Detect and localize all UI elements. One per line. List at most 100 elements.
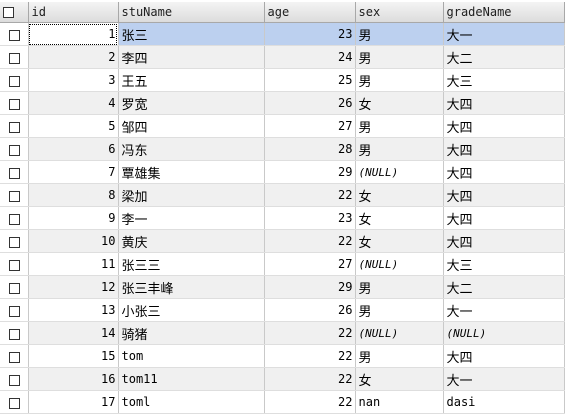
row-select-cell[interactable] bbox=[0, 183, 29, 207]
cell-gradeName[interactable]: 大四 bbox=[443, 160, 565, 184]
table-row[interactable]: 6 冯东 28 男大四 bbox=[0, 137, 565, 161]
row-select-cell[interactable] bbox=[0, 344, 29, 368]
column-header-age[interactable]: age bbox=[264, 2, 356, 23]
row-checkbox[interactable] bbox=[8, 351, 20, 363]
cell-sex[interactable]: 男 bbox=[355, 298, 444, 322]
cell-age[interactable]: 23 bbox=[264, 206, 356, 230]
cell-sex[interactable]: 男 bbox=[355, 275, 444, 299]
row-select-cell[interactable] bbox=[0, 45, 29, 69]
cell-age[interactable]: 26 bbox=[264, 91, 356, 115]
cell-id[interactable]: 2 bbox=[28, 45, 119, 69]
cell-age[interactable]: 25 bbox=[264, 68, 356, 92]
cell-stuName[interactable]: 张三三 bbox=[118, 252, 265, 276]
table-row[interactable]: 11 张三三 27 (NULL) 大三 bbox=[0, 252, 565, 276]
cell-age[interactable]: 22 bbox=[264, 390, 356, 414]
cell-age[interactable]: 22 bbox=[264, 367, 356, 391]
cell-stuName[interactable]: tom bbox=[118, 344, 265, 368]
row-checkbox[interactable] bbox=[8, 190, 20, 202]
cell-age[interactable]: 22 bbox=[264, 183, 356, 207]
table-row[interactable]: 2 李四 24 男大二 bbox=[0, 45, 565, 69]
cell-id[interactable]: 8 bbox=[28, 183, 119, 207]
row-checkbox[interactable] bbox=[8, 374, 20, 386]
row-checkbox[interactable] bbox=[8, 397, 20, 409]
cell-stuName[interactable]: 小张三 bbox=[118, 298, 265, 322]
row-select-cell[interactable] bbox=[0, 390, 29, 414]
row-checkbox[interactable] bbox=[8, 98, 20, 110]
table-row[interactable]: 16 tom11 22 女大一 bbox=[0, 367, 565, 391]
row-select-cell[interactable] bbox=[0, 160, 29, 184]
cell-stuName[interactable]: 王五 bbox=[118, 68, 265, 92]
table-row[interactable]: 3 王五 25 男大三 bbox=[0, 68, 565, 92]
cell-id[interactable]: 3 bbox=[28, 68, 119, 92]
table-row[interactable]: 14 骑猪 22 (NULL) (NULL) bbox=[0, 321, 565, 345]
cell-gradeName[interactable]: (NULL) bbox=[443, 321, 565, 345]
table-row[interactable]: 1 张三 23 男大一 bbox=[0, 22, 565, 46]
cell-id[interactable]: 13 bbox=[28, 298, 119, 322]
cell-stuName[interactable]: 李一 bbox=[118, 206, 265, 230]
row-select-cell[interactable] bbox=[0, 206, 29, 230]
table-row[interactable]: 13 小张三 26 男大一 bbox=[0, 298, 565, 322]
cell-gradeName[interactable]: 大四 bbox=[443, 137, 565, 161]
row-select-cell[interactable] bbox=[0, 22, 29, 46]
row-select-cell[interactable] bbox=[0, 114, 29, 138]
cell-stuName[interactable]: 黄庆 bbox=[118, 229, 265, 253]
row-checkbox[interactable] bbox=[8, 213, 20, 225]
row-checkbox[interactable] bbox=[8, 29, 20, 41]
cell-sex[interactable]: 男 bbox=[355, 45, 444, 69]
cell-age[interactable]: 22 bbox=[264, 229, 356, 253]
row-select-cell[interactable] bbox=[0, 275, 29, 299]
cell-stuName[interactable]: 罗宽 bbox=[118, 91, 265, 115]
cell-stuName[interactable]: 覃雄集 bbox=[118, 160, 265, 184]
table-row[interactable]: 8 梁加 22 女大四 bbox=[0, 183, 565, 207]
cell-gradeName[interactable]: 大一 bbox=[443, 367, 565, 391]
cell-id[interactable]: 15 bbox=[28, 344, 119, 368]
cell-gradeName[interactable]: 大四 bbox=[443, 91, 565, 115]
cell-age[interactable]: 29 bbox=[264, 275, 356, 299]
cell-stuName[interactable]: 张三 bbox=[118, 22, 265, 46]
cell-id[interactable]: 1 bbox=[28, 22, 119, 46]
table-row[interactable]: 15 tom 22 男大四 bbox=[0, 344, 565, 368]
row-checkbox[interactable] bbox=[8, 328, 20, 340]
cell-stuName[interactable]: 李四 bbox=[118, 45, 265, 69]
cell-gradeName[interactable]: 大四 bbox=[443, 183, 565, 207]
table-row[interactable]: 10 黄庆 22 女大四 bbox=[0, 229, 565, 253]
cell-age[interactable]: 22 bbox=[264, 321, 356, 345]
cell-sex[interactable]: 女 bbox=[355, 229, 444, 253]
cell-gradeName[interactable]: 大四 bbox=[443, 114, 565, 138]
cell-sex[interactable]: 女 bbox=[355, 183, 444, 207]
cell-id[interactable]: 11 bbox=[28, 252, 119, 276]
select-all-header[interactable] bbox=[0, 2, 29, 23]
cell-stuName[interactable]: tom11 bbox=[118, 367, 265, 391]
cell-sex[interactable]: (NULL) bbox=[355, 252, 444, 276]
row-select-cell[interactable] bbox=[0, 229, 29, 253]
cell-id[interactable]: 6 bbox=[28, 137, 119, 161]
cell-sex[interactable]: 男 bbox=[355, 22, 444, 46]
cell-gradeName[interactable]: 大二 bbox=[443, 275, 565, 299]
cell-age[interactable]: 24 bbox=[264, 45, 356, 69]
row-checkbox[interactable] bbox=[8, 144, 20, 156]
cell-stuName[interactable]: 冯东 bbox=[118, 137, 265, 161]
row-select-cell[interactable] bbox=[0, 91, 29, 115]
row-checkbox[interactable] bbox=[8, 259, 20, 271]
cell-stuName[interactable]: toml bbox=[118, 390, 265, 414]
column-header-sex[interactable]: sex bbox=[355, 2, 444, 23]
table-row[interactable]: 4 罗宽 26 女大四 bbox=[0, 91, 565, 115]
cell-stuName[interactable]: 骑猪 bbox=[118, 321, 265, 345]
cell-id[interactable]: 10 bbox=[28, 229, 119, 253]
cell-sex[interactable]: 女 bbox=[355, 91, 444, 115]
table-row[interactable]: 12 张三丰峰 29 男大二 bbox=[0, 275, 565, 299]
table-row[interactable]: 7 覃雄集 29 (NULL) 大四 bbox=[0, 160, 565, 184]
row-select-cell[interactable] bbox=[0, 321, 29, 345]
cell-sex[interactable]: 男 bbox=[355, 114, 444, 138]
row-checkbox[interactable] bbox=[8, 52, 20, 64]
row-select-cell[interactable] bbox=[0, 68, 29, 92]
cell-gradeName[interactable]: 大三 bbox=[443, 68, 565, 92]
cell-age[interactable]: 27 bbox=[264, 252, 356, 276]
cell-age[interactable]: 29 bbox=[264, 160, 356, 184]
cell-stuName[interactable]: 梁加 bbox=[118, 183, 265, 207]
cell-sex[interactable]: 男 bbox=[355, 137, 444, 161]
column-header-id[interactable]: id bbox=[28, 2, 119, 23]
row-checkbox[interactable] bbox=[8, 236, 20, 248]
cell-sex[interactable]: 女 bbox=[355, 367, 444, 391]
cell-age[interactable]: 28 bbox=[264, 137, 356, 161]
